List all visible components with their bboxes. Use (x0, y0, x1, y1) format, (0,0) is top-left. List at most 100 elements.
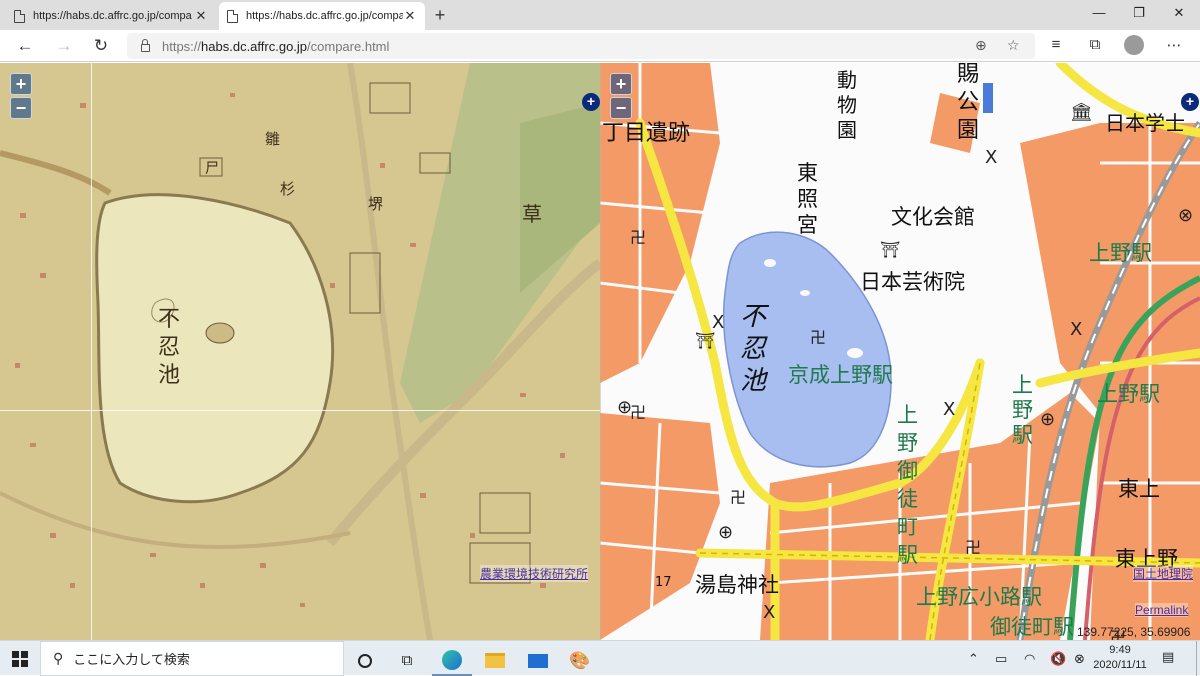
right-zoom-control: + − (610, 73, 632, 121)
taskbar-clock[interactable]: 9:49 2020/11/11 (1092, 643, 1148, 673)
zoo-char: 動 (837, 68, 857, 92)
address-bar[interactable]: https://habs.dc.affrc.go.jp/compare.html… (127, 33, 1035, 59)
sync-right-plus-icon[interactable]: + (1181, 93, 1199, 111)
windows-start-icon[interactable] (12, 651, 28, 667)
svg-text:⛩: ⛩ (880, 240, 900, 259)
taskbar-search-box[interactable]: ⚲ ここに入力して検索 (40, 641, 344, 676)
map-label: 尸 (205, 161, 219, 177)
station-char: 町 (897, 515, 918, 539)
ueno-station-vertical-label: 上 野 駅 (1012, 373, 1038, 448)
shinobazu-pond-label: 不 忍 池 (158, 306, 188, 390)
toshogu-char: 宮 (797, 213, 818, 237)
pond-char: 忍 (740, 334, 767, 364)
task-view-icon[interactable]: ⧉ (387, 645, 427, 676)
left-zoom-control: + − (10, 73, 32, 121)
svg-text:X: X (763, 602, 775, 623)
toshogu-char: 照 (797, 187, 818, 211)
zoo-char: 園 (837, 118, 857, 142)
left-attribution-link[interactable]: 農業環境技術研究所 (480, 565, 589, 582)
pond-char: 池 (740, 366, 767, 396)
back-arrow-icon[interactable]: ← (13, 35, 37, 57)
volume-muted-icon[interactable]: 🔇 (1050, 651, 1066, 667)
park-char: 園 (957, 118, 980, 143)
profile-avatar[interactable] (1124, 35, 1144, 55)
sync-left-plus-icon[interactable]: + (582, 93, 600, 111)
close-tab-icon[interactable]: ✕ (403, 8, 417, 24)
historic-map-pane[interactable]: 不 忍 池 草 雛 杉 堺 尸 + − 農業環境技術研究所 (0, 63, 600, 640)
station-char: 駅 (897, 543, 918, 567)
svg-text:⊕: ⊕ (718, 522, 733, 543)
zoom-out-button[interactable]: − (10, 97, 32, 119)
search-placeholder: ここに入力して検索 (73, 652, 190, 667)
right-attribution-link[interactable]: 国土地理院 (1133, 565, 1194, 582)
svg-text:X: X (943, 399, 955, 420)
coordinate-readout: 139.77225, 35.69906 (1077, 625, 1191, 639)
favorites-list-icon[interactable]: ≡ (1045, 36, 1067, 53)
notification-icon[interactable]: ⊗ (1074, 651, 1085, 667)
tab-strip: https://habs.dc.affrc.go.jp/compa ✕ http… (0, 0, 1200, 30)
zoom-in-button[interactable]: + (610, 73, 632, 95)
station-char: 御 (897, 459, 918, 483)
forward-arrow-icon[interactable]: → (52, 35, 76, 57)
svg-text:⊕: ⊕ (1040, 409, 1055, 430)
browser-tab-2[interactable]: https://habs.dc.affrc.go.jp/compa ✕ (219, 2, 425, 30)
permalink-link[interactable]: Permalink (1135, 603, 1189, 617)
action-center-icon[interactable]: ▤ (1162, 649, 1174, 665)
paint-icon[interactable]: 🎨 (560, 645, 600, 676)
mail-icon[interactable] (518, 645, 558, 676)
zoom-out-button[interactable]: − (610, 97, 632, 119)
more-menu-icon[interactable]: ⋯ (1163, 36, 1185, 54)
clock-time: 9:49 (1109, 644, 1131, 656)
toshogu-char: 東 (797, 161, 818, 185)
geijutsuin-label: 日本芸術院 (860, 270, 965, 294)
cortana-icon[interactable] (345, 645, 385, 676)
svg-text:卍: 卍 (965, 538, 981, 557)
modern-map-pane[interactable]: ⛩ ⊗ ⊕ ⊕ ⊕ X X X X X 卍 卍 卍 卍 卍 卍 ⛩ 🏛 丁目遺跡… (600, 63, 1200, 640)
maximize-button[interactable]: ❐ (1124, 5, 1154, 21)
keisei-ueno-station-label: 京成上野駅 (788, 363, 893, 387)
url-host: habs.dc.affrc.go.jp (201, 38, 308, 54)
kusa-label: 草 (522, 202, 542, 226)
page-icon (227, 9, 238, 23)
show-desktop-button[interactable] (1196, 641, 1200, 676)
svg-text:卍: 卍 (730, 488, 746, 507)
minimize-button[interactable]: — (1084, 5, 1114, 20)
map-label: 雛 (265, 130, 281, 148)
station-char: 徒 (897, 487, 918, 511)
station-char: 野 (897, 431, 918, 455)
svg-text:⛩: ⛩ (695, 331, 715, 350)
pond-char: 忍 (158, 335, 181, 360)
ueno-station-label: 上野駅 (1089, 241, 1152, 265)
map-compare-view: 不 忍 池 草 雛 杉 堺 尸 + − 農業環境技術研究所 ⛩ ⊗ ⊕ ⊕ ⊕ … (0, 63, 1200, 640)
battery-icon[interactable]: ▭ (995, 651, 1007, 667)
search-icon: ⚲ (53, 650, 64, 666)
hirokoji-station-label: 上野広小路駅 (916, 585, 1042, 609)
zoom-icon[interactable]: ⊕ (975, 37, 987, 54)
file-explorer-icon[interactable] (475, 645, 515, 676)
refresh-icon[interactable]: ↻ (89, 35, 113, 57)
ueno-okachimachi-station-label: 上 野 御 徒 町 駅 (897, 401, 923, 569)
url-scheme: https:// (162, 38, 202, 54)
map-label: 堺 (368, 195, 384, 213)
svg-text:🏛: 🏛 (1070, 102, 1093, 123)
tray-chevron-icon[interactable]: ⌃ (968, 651, 979, 667)
browser-tab-1[interactable]: https://habs.dc.affrc.go.jp/compa ✕ (6, 2, 216, 30)
favorite-star-icon[interactable]: ☆ (1007, 37, 1020, 54)
network-icon[interactable]: ◠ (1024, 651, 1035, 667)
browser-toolbar: ← → ↻ https://habs.dc.affrc.go.jp/compar… (0, 30, 1200, 62)
svg-text:卍: 卍 (630, 403, 646, 422)
url-text[interactable]: https://habs.dc.affrc.go.jp/compare.html (162, 39, 389, 54)
station-char: 上 (1012, 373, 1033, 397)
collections-icon[interactable]: ⧉ (1084, 36, 1106, 53)
station-char: 野 (1012, 398, 1033, 422)
map-label: 杉 (280, 180, 296, 198)
new-tab-button[interactable]: + (430, 5, 450, 26)
toshogu-label: 東 照 宮 (797, 160, 823, 238)
zoom-in-button[interactable]: + (10, 73, 32, 95)
edge-browser-icon[interactable] (432, 645, 472, 676)
area-label: 東上 (1118, 477, 1160, 501)
svg-text:卍: 卍 (810, 328, 826, 347)
park-char: 賜 (957, 63, 980, 87)
close-tab-icon[interactable]: ✕ (194, 8, 208, 24)
close-window-button[interactable]: ✕ (1164, 5, 1194, 21)
